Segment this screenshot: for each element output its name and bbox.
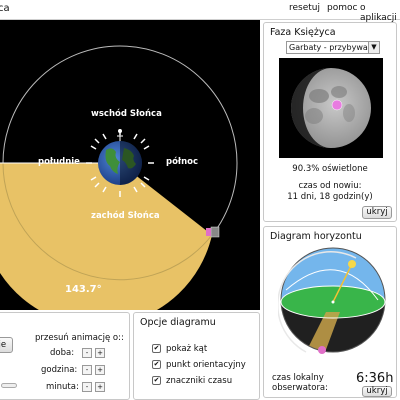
title-bar: ca resetuj pomoc o aplikacji [0,0,400,23]
minute-plus-button[interactable]: + [95,382,105,392]
shift-animation-label: przesuń animację o:: [35,333,124,343]
animation-panel: cje przesuń animację o:: doba: - + godzi… [0,312,130,400]
time-markers-label: znaczniki czasu [166,376,233,386]
horizon-panel: Diagram horyzontu czas lokalny obserwato… [263,226,397,398]
time-since-new-value: 11 dni, 18 godzin(y) [287,192,373,202]
speed-slider[interactable] [1,383,17,388]
local-time-label: czas lokalny [272,373,324,383]
diagram-options-title: Opcje diagramu [140,317,216,328]
noon-label: południe [38,157,80,167]
earth-globe [98,141,142,185]
time-markers-checkbox[interactable]: ✔ [152,376,161,385]
about-link[interactable]: o aplikacji [360,3,400,23]
landmark-point-checkbox[interactable]: ✔ [152,360,161,369]
sunset-label: zachód Słońca [91,211,160,221]
hide-horizon-button[interactable]: ukryj [362,386,392,397]
help-link[interactable]: pomoc [327,3,357,13]
minute-label: minuta: [46,382,79,392]
landmark-point-label: punkt orientacyjny [166,360,246,370]
midnight-label: północ [166,157,199,167]
app-title: ca [0,3,10,14]
show-angle-label: pokaż kąt [166,344,208,354]
local-time-value: 6:36h [356,371,394,386]
show-angle-checkbox[interactable]: ✔ [152,344,161,353]
phase-select[interactable]: Garbaty - przybywa [286,41,378,54]
hour-label: godzina: [41,365,78,375]
sun-marker [348,260,356,268]
diagram-options-panel: Opcje diagramu ✔ pokaż kąt ✔ punkt orien… [133,312,260,400]
observer-figure [117,129,123,142]
angle-wedge [0,163,212,310]
illumination-text: 90.3% oświetlone [292,164,368,174]
moon-image [291,68,371,148]
hour-minus-button[interactable]: - [82,365,92,375]
day-label: doba: [50,348,75,358]
sunrise-label: wschód Słońca [91,109,162,119]
angle-value: 143.7° [65,284,102,295]
hide-phase-button[interactable]: ukryj [362,206,392,219]
phase-select-value: Garbaty - przybywa [289,43,368,52]
orbit-view[interactable]: wschód Słońca południe północ zachód Sło… [0,20,260,310]
moon-marker-horizon [318,346,326,354]
minute-minus-button[interactable]: - [82,382,92,392]
horizon-diagram[interactable] [278,240,388,355]
landmark-point [331,99,343,111]
day-minus-button[interactable]: - [82,348,92,358]
day-plus-button[interactable]: + [95,348,105,358]
reset-link[interactable]: resetuj [289,3,320,13]
moon-phase-title: Faza Księżyca [270,27,336,38]
local-time-label-2: obserwatora: [272,383,329,393]
hour-plus-button[interactable]: + [95,365,105,375]
animation-button[interactable]: cje [0,337,13,353]
chevron-down-icon[interactable]: ▼ [368,41,380,54]
moon-marker[interactable] [206,226,220,238]
time-since-new-label: czas od nowiu: [298,181,362,191]
moon-phase-panel: Faza Księżyca Garbaty - przybywa ▼ 90.3%… [263,22,397,222]
moon-view [279,58,383,158]
